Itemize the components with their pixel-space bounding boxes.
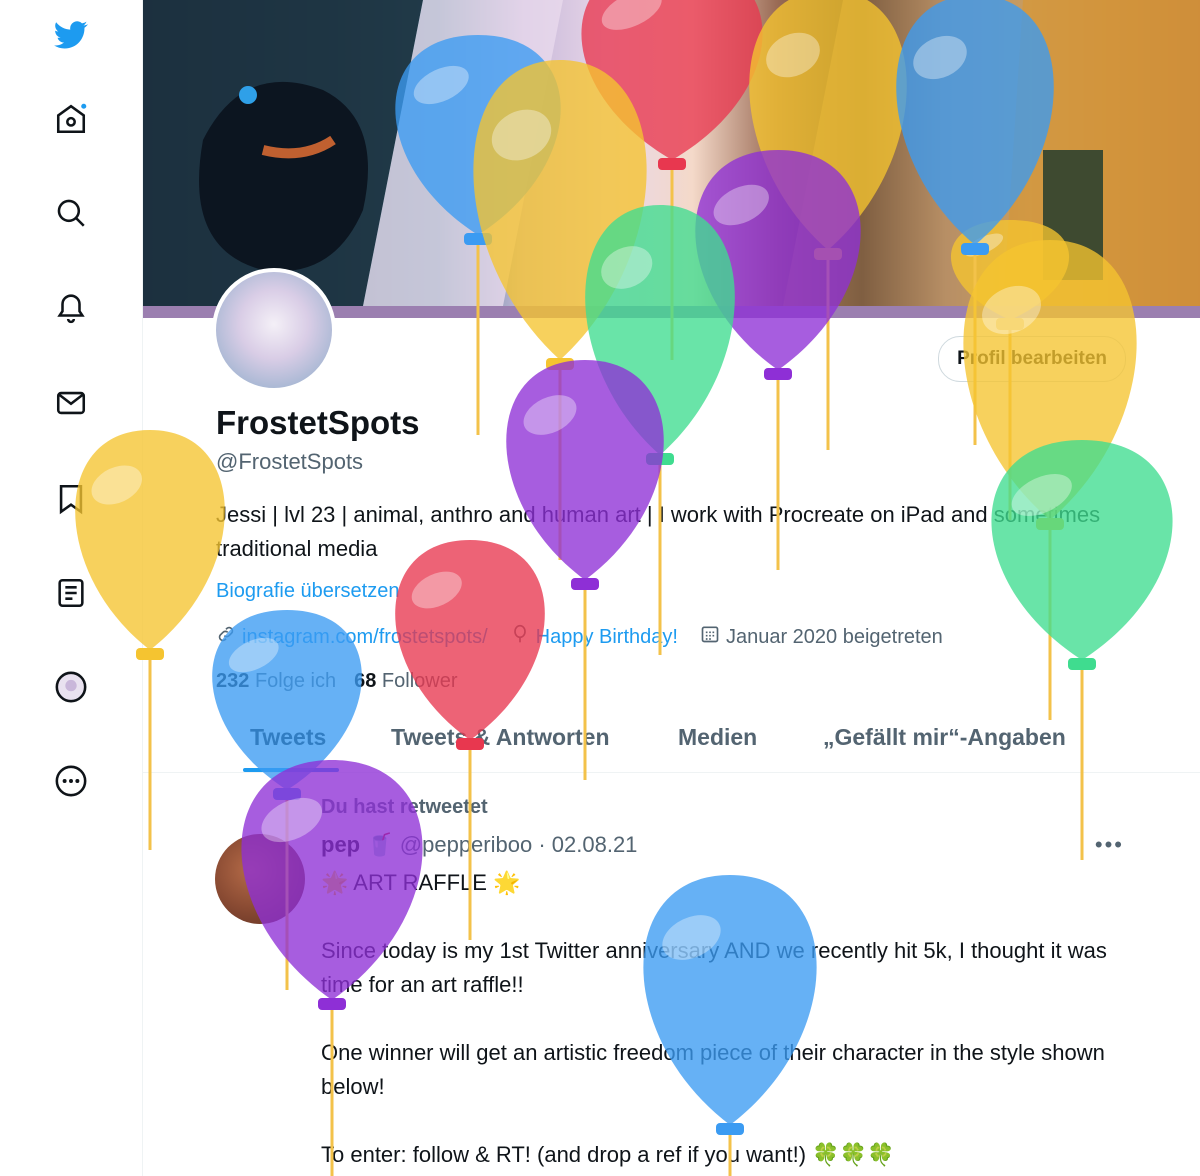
birthday-item: Happy Birthday! [510,624,678,650]
twitter-logo-icon[interactable] [46,10,96,60]
bookmarks-icon[interactable] [46,474,96,524]
profile-tabs: Tweets Tweets & Antworten Medien „Gefäll… [143,712,1200,773]
link-icon [216,624,236,650]
post-date[interactable]: 02.08.21 [552,832,638,857]
post-author-avatar[interactable] [215,834,305,924]
following-count: 232 [216,670,250,692]
post-paragraph-1: Since today is my 1st Twitter anniversar… [321,938,1107,997]
post-author-name[interactable]: pep [321,832,360,857]
profile-bio: Jessi | lvl 23 | animal, anthro and huma… [216,502,1101,561]
tab-tweets-replies[interactable]: Tweets & Antworten [391,724,610,751]
profile-handle: @FrostetSpots [216,449,364,474]
post-paragraph-3: To enter: follow & RT! (and drop a ref i… [321,1142,895,1167]
post-more-button[interactable]: ••• [1095,832,1124,858]
following-label: Folge ich [254,670,337,692]
tab-tweets[interactable]: Tweets [250,724,326,751]
website-item[interactable]: instagram.com/frostetspots/ [216,624,488,650]
profile-avatar[interactable] [212,268,336,392]
edit-profile-button[interactable]: Profil bearbeiten [938,336,1126,382]
active-tab-indicator [243,768,339,772]
birthday-text[interactable]: Happy Birthday! [536,626,678,649]
post-author-emoji: 🥤 [366,832,394,857]
followers-link[interactable]: 68 Follower [354,670,457,693]
following-link[interactable]: 232 Folge ich [216,670,336,693]
search-icon[interactable] [46,188,96,238]
post-text: 🌟 ART RAFFLE 🌟 Since today is my 1st Twi… [321,866,1121,1172]
post-author-handle[interactable]: @pepperiboo [400,832,532,857]
followers-count: 68 [354,670,377,692]
profile-meta: instagram.com/frostetspots/ Happy Birthd… [216,624,943,650]
notifications-icon[interactable] [46,282,96,332]
profile-main: Profil bearbeiten FrostetSpots @FrostetS… [143,0,1200,1176]
translate-bio-link[interactable]: Biografie übersetzen [216,580,399,603]
profile-name: FrostetSpots [216,404,420,441]
more-icon[interactable] [46,756,96,806]
home-icon[interactable] [46,94,96,144]
tab-likes[interactable]: „Gefällt mir“-Angaben [823,724,1066,751]
post-header: pep 🥤 @pepperiboo · 02.08.21 [321,832,638,857]
post-paragraph-2: One winner will get an artistic freedom … [321,1040,1105,1099]
lists-icon[interactable] [46,568,96,618]
tab-media[interactable]: Medien [678,724,757,751]
follow-counts: 232 Folge ich 68 Follower [216,670,457,693]
balloon-icon [510,624,530,650]
followers-label: Follower [381,670,458,692]
post-title: 🌟 ART RAFFLE 🌟 [321,870,521,895]
retweet-indicator: Du hast retweetet [321,796,488,818]
calendar-icon [700,624,720,650]
joined-item: Januar 2020 beigetreten [700,624,943,650]
sidebar-nav [0,0,143,1176]
website-link[interactable]: instagram.com/frostetspots/ [242,626,488,649]
messages-icon[interactable] [46,378,96,428]
profile-banner [143,0,1200,306]
profile-avatar-icon[interactable] [46,662,96,712]
joined-text: Januar 2020 beigetreten [725,625,943,648]
